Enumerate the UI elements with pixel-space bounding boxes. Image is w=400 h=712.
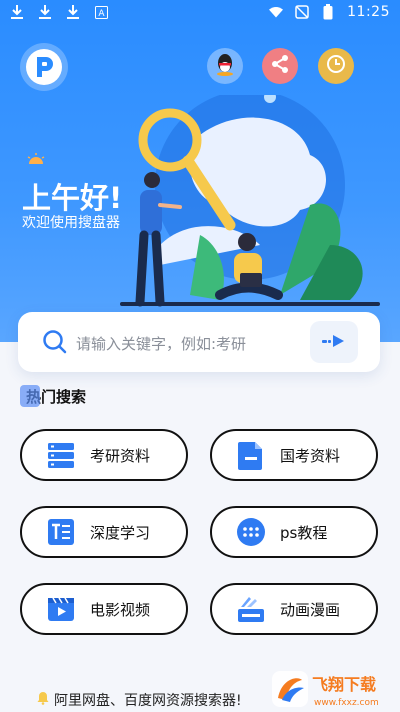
share-button[interactable] bbox=[262, 48, 298, 84]
p-logo-icon bbox=[26, 49, 62, 85]
hot-item-label: ps教程 bbox=[280, 523, 328, 542]
hot-item-deep-learning[interactable]: 深度学习 bbox=[20, 506, 188, 558]
status-time: 11:25 bbox=[347, 4, 390, 20]
battery-icon bbox=[321, 4, 335, 20]
document-icon bbox=[236, 440, 266, 470]
share-icon bbox=[270, 54, 290, 78]
hot-item-label: 动画漫画 bbox=[280, 600, 341, 619]
hot-item-label: 国考资料 bbox=[280, 446, 341, 465]
footer-text: 阿里网盘、百度网资源搜索器! bbox=[54, 693, 242, 709]
search-input[interactable]: 请输入关键字，例如:考研 bbox=[76, 333, 246, 354]
hot-search-header: 热门搜索 bbox=[20, 385, 86, 407]
list-icon bbox=[46, 440, 76, 470]
a-icon: A bbox=[94, 5, 108, 19]
footer-note: 阿里网盘、百度网资源搜索器! bbox=[36, 690, 242, 710]
download-icon bbox=[66, 5, 80, 19]
text-icon bbox=[46, 517, 76, 547]
title-accent bbox=[20, 385, 40, 407]
watermark-logo: 飞翔下载 www.fxxz.com bbox=[272, 671, 379, 708]
history-button[interactable] bbox=[318, 48, 354, 84]
watermark-subtitle: www.fxxz.com bbox=[314, 698, 379, 708]
search-icon bbox=[42, 329, 68, 355]
video-icon bbox=[46, 594, 76, 624]
hot-item-label: 考研资料 bbox=[90, 446, 151, 465]
download-icon bbox=[38, 5, 52, 19]
hot-item-label: 电影视频 bbox=[90, 600, 151, 619]
qq-button[interactable] bbox=[207, 48, 243, 84]
animation-icon bbox=[236, 594, 266, 624]
history-icon bbox=[325, 53, 347, 79]
hero-header: A 11:25 上午好! 欢迎使用搜盘器 bbox=[0, 0, 400, 342]
hot-item-guokao[interactable]: 国考资料 bbox=[210, 429, 378, 481]
app-logo bbox=[20, 43, 68, 91]
sim-off-icon bbox=[295, 5, 309, 19]
qq-icon bbox=[214, 52, 236, 80]
send-icon bbox=[322, 333, 346, 352]
hot-item-kaoyan[interactable]: 考研资料 bbox=[20, 429, 188, 481]
wifi-icon bbox=[269, 5, 284, 19]
svg-text:A: A bbox=[98, 9, 105, 19]
search-submit-button[interactable] bbox=[310, 321, 358, 363]
search-bar[interactable]: 请输入关键字，例如:考研 bbox=[18, 312, 380, 372]
hot-item-movies[interactable]: 电影视频 bbox=[20, 583, 188, 635]
download-icon bbox=[10, 5, 24, 19]
hot-item-label: 深度学习 bbox=[90, 523, 151, 542]
status-bar: A 11:25 bbox=[0, 0, 400, 26]
hot-item-ps[interactable]: ps教程 bbox=[210, 506, 378, 558]
hot-item-anime[interactable]: 动画漫画 bbox=[210, 583, 378, 635]
grid-icon bbox=[236, 517, 266, 547]
watermark-title: 飞翔下载 bbox=[312, 675, 376, 694]
bell-icon bbox=[36, 691, 50, 709]
search-illustration bbox=[120, 95, 380, 307]
sunrise-icon bbox=[26, 150, 46, 169]
